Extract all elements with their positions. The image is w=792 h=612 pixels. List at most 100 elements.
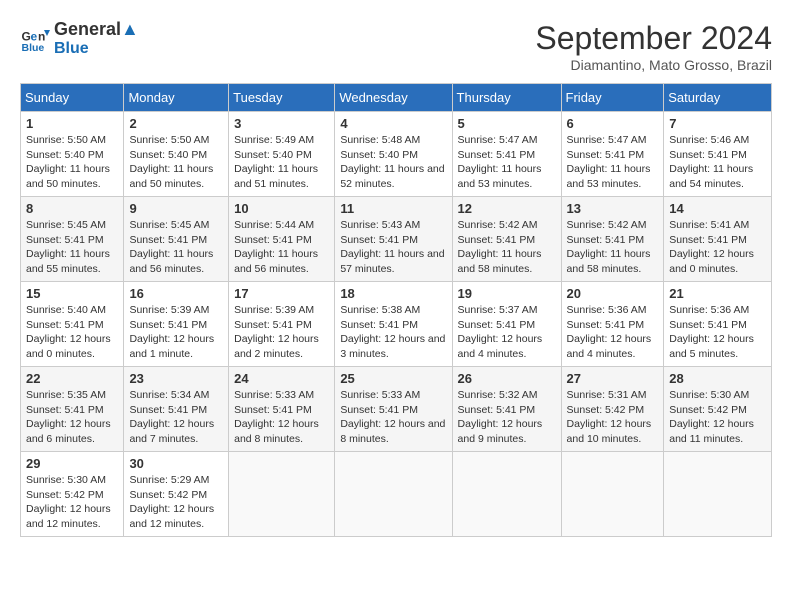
- location: Diamantino, Mato Grosso, Brazil: [535, 57, 772, 73]
- day-number: 25: [340, 371, 446, 386]
- calendar-week-2: 8 Sunrise: 5:45 AM Sunset: 5:41 PM Dayli…: [21, 197, 772, 282]
- day-number: 23: [129, 371, 223, 386]
- title-block: September 2024 Diamantino, Mato Grosso, …: [535, 20, 772, 73]
- header-cell-tuesday: Tuesday: [229, 84, 335, 112]
- day-info: Sunrise: 5:36 AM Sunset: 5:41 PM Dayligh…: [567, 303, 659, 362]
- day-number: 2: [129, 116, 223, 131]
- calendar-week-5: 29 Sunrise: 5:30 AM Sunset: 5:42 PM Dayl…: [21, 452, 772, 537]
- svg-text:Blue: Blue: [22, 42, 45, 54]
- logo-line2: Blue: [54, 40, 139, 58]
- calendar-cell: 25 Sunrise: 5:33 AM Sunset: 5:41 PM Dayl…: [335, 367, 452, 452]
- calendar-cell: 30 Sunrise: 5:29 AM Sunset: 5:42 PM Dayl…: [124, 452, 229, 537]
- day-info: Sunrise: 5:39 AM Sunset: 5:41 PM Dayligh…: [129, 303, 223, 362]
- day-info: Sunrise: 5:35 AM Sunset: 5:41 PM Dayligh…: [26, 388, 118, 447]
- day-number: 17: [234, 286, 329, 301]
- day-number: 6: [567, 116, 659, 131]
- calendar-cell: 27 Sunrise: 5:31 AM Sunset: 5:42 PM Dayl…: [561, 367, 664, 452]
- day-info: Sunrise: 5:29 AM Sunset: 5:42 PM Dayligh…: [129, 473, 223, 532]
- day-info: Sunrise: 5:42 AM Sunset: 5:41 PM Dayligh…: [567, 218, 659, 277]
- header-cell-wednesday: Wednesday: [335, 84, 452, 112]
- day-number: 15: [26, 286, 118, 301]
- calendar-week-4: 22 Sunrise: 5:35 AM Sunset: 5:41 PM Dayl…: [21, 367, 772, 452]
- calendar-cell: 24 Sunrise: 5:33 AM Sunset: 5:41 PM Dayl…: [229, 367, 335, 452]
- calendar-cell: 14 Sunrise: 5:41 AM Sunset: 5:41 PM Dayl…: [664, 197, 772, 282]
- day-number: 21: [669, 286, 766, 301]
- header-cell-friday: Friday: [561, 84, 664, 112]
- day-info: Sunrise: 5:32 AM Sunset: 5:41 PM Dayligh…: [458, 388, 556, 447]
- day-info: Sunrise: 5:33 AM Sunset: 5:41 PM Dayligh…: [234, 388, 329, 447]
- calendar-cell: 23 Sunrise: 5:34 AM Sunset: 5:41 PM Dayl…: [124, 367, 229, 452]
- calendar-cell: 3 Sunrise: 5:49 AM Sunset: 5:40 PM Dayli…: [229, 112, 335, 197]
- day-info: Sunrise: 5:47 AM Sunset: 5:41 PM Dayligh…: [567, 133, 659, 192]
- calendar-cell: [664, 452, 772, 537]
- logo: G e n Blue General▲ Blue: [20, 20, 139, 57]
- day-number: 10: [234, 201, 329, 216]
- day-number: 14: [669, 201, 766, 216]
- calendar-cell: 17 Sunrise: 5:39 AM Sunset: 5:41 PM Dayl…: [229, 282, 335, 367]
- day-number: 4: [340, 116, 446, 131]
- day-info: Sunrise: 5:49 AM Sunset: 5:40 PM Dayligh…: [234, 133, 329, 192]
- day-info: Sunrise: 5:36 AM Sunset: 5:41 PM Dayligh…: [669, 303, 766, 362]
- calendar-cell: 13 Sunrise: 5:42 AM Sunset: 5:41 PM Dayl…: [561, 197, 664, 282]
- day-number: 7: [669, 116, 766, 131]
- header-cell-saturday: Saturday: [664, 84, 772, 112]
- day-info: Sunrise: 5:38 AM Sunset: 5:41 PM Dayligh…: [340, 303, 446, 362]
- day-number: 12: [458, 201, 556, 216]
- day-number: 30: [129, 456, 223, 471]
- calendar-week-3: 15 Sunrise: 5:40 AM Sunset: 5:41 PM Dayl…: [21, 282, 772, 367]
- calendar-cell: 5 Sunrise: 5:47 AM Sunset: 5:41 PM Dayli…: [452, 112, 561, 197]
- day-number: 26: [458, 371, 556, 386]
- calendar-cell: 26 Sunrise: 5:32 AM Sunset: 5:41 PM Dayl…: [452, 367, 561, 452]
- header-cell-monday: Monday: [124, 84, 229, 112]
- header-cell-thursday: Thursday: [452, 84, 561, 112]
- calendar-cell: 20 Sunrise: 5:36 AM Sunset: 5:41 PM Dayl…: [561, 282, 664, 367]
- day-info: Sunrise: 5:31 AM Sunset: 5:42 PM Dayligh…: [567, 388, 659, 447]
- day-info: Sunrise: 5:30 AM Sunset: 5:42 PM Dayligh…: [669, 388, 766, 447]
- calendar-cell: 11 Sunrise: 5:43 AM Sunset: 5:41 PM Dayl…: [335, 197, 452, 282]
- calendar-cell: [561, 452, 664, 537]
- page-header: G e n Blue General▲ Blue September 2024 …: [20, 20, 772, 73]
- calendar-cell: 6 Sunrise: 5:47 AM Sunset: 5:41 PM Dayli…: [561, 112, 664, 197]
- day-number: 20: [567, 286, 659, 301]
- calendar-cell: [335, 452, 452, 537]
- calendar-cell: 1 Sunrise: 5:50 AM Sunset: 5:40 PM Dayli…: [21, 112, 124, 197]
- day-info: Sunrise: 5:34 AM Sunset: 5:41 PM Dayligh…: [129, 388, 223, 447]
- logo-icon: G e n Blue: [20, 24, 50, 54]
- day-info: Sunrise: 5:33 AM Sunset: 5:41 PM Dayligh…: [340, 388, 446, 447]
- day-info: Sunrise: 5:48 AM Sunset: 5:40 PM Dayligh…: [340, 133, 446, 192]
- calendar-cell: 18 Sunrise: 5:38 AM Sunset: 5:41 PM Dayl…: [335, 282, 452, 367]
- day-info: Sunrise: 5:30 AM Sunset: 5:42 PM Dayligh…: [26, 473, 118, 532]
- calendar-cell: 19 Sunrise: 5:37 AM Sunset: 5:41 PM Dayl…: [452, 282, 561, 367]
- day-info: Sunrise: 5:45 AM Sunset: 5:41 PM Dayligh…: [26, 218, 118, 277]
- calendar-table: SundayMondayTuesdayWednesdayThursdayFrid…: [20, 83, 772, 537]
- logo-line1: General▲: [54, 20, 139, 40]
- day-info: Sunrise: 5:50 AM Sunset: 5:40 PM Dayligh…: [26, 133, 118, 192]
- month-title: September 2024: [535, 20, 772, 57]
- day-number: 22: [26, 371, 118, 386]
- day-info: Sunrise: 5:45 AM Sunset: 5:41 PM Dayligh…: [129, 218, 223, 277]
- day-number: 29: [26, 456, 118, 471]
- day-info: Sunrise: 5:39 AM Sunset: 5:41 PM Dayligh…: [234, 303, 329, 362]
- day-number: 27: [567, 371, 659, 386]
- header-cell-sunday: Sunday: [21, 84, 124, 112]
- calendar-cell: 8 Sunrise: 5:45 AM Sunset: 5:41 PM Dayli…: [21, 197, 124, 282]
- header-row: SundayMondayTuesdayWednesdayThursdayFrid…: [21, 84, 772, 112]
- calendar-cell: 22 Sunrise: 5:35 AM Sunset: 5:41 PM Dayl…: [21, 367, 124, 452]
- calendar-cell: 7 Sunrise: 5:46 AM Sunset: 5:41 PM Dayli…: [664, 112, 772, 197]
- calendar-cell: 10 Sunrise: 5:44 AM Sunset: 5:41 PM Dayl…: [229, 197, 335, 282]
- day-info: Sunrise: 5:41 AM Sunset: 5:41 PM Dayligh…: [669, 218, 766, 277]
- calendar-cell: [229, 452, 335, 537]
- day-number: 1: [26, 116, 118, 131]
- day-info: Sunrise: 5:43 AM Sunset: 5:41 PM Dayligh…: [340, 218, 446, 277]
- calendar-cell: [452, 452, 561, 537]
- day-number: 18: [340, 286, 446, 301]
- day-number: 24: [234, 371, 329, 386]
- day-number: 9: [129, 201, 223, 216]
- calendar-cell: 4 Sunrise: 5:48 AM Sunset: 5:40 PM Dayli…: [335, 112, 452, 197]
- day-number: 11: [340, 201, 446, 216]
- day-number: 28: [669, 371, 766, 386]
- day-info: Sunrise: 5:46 AM Sunset: 5:41 PM Dayligh…: [669, 133, 766, 192]
- calendar-week-1: 1 Sunrise: 5:50 AM Sunset: 5:40 PM Dayli…: [21, 112, 772, 197]
- day-number: 19: [458, 286, 556, 301]
- calendar-cell: 21 Sunrise: 5:36 AM Sunset: 5:41 PM Dayl…: [664, 282, 772, 367]
